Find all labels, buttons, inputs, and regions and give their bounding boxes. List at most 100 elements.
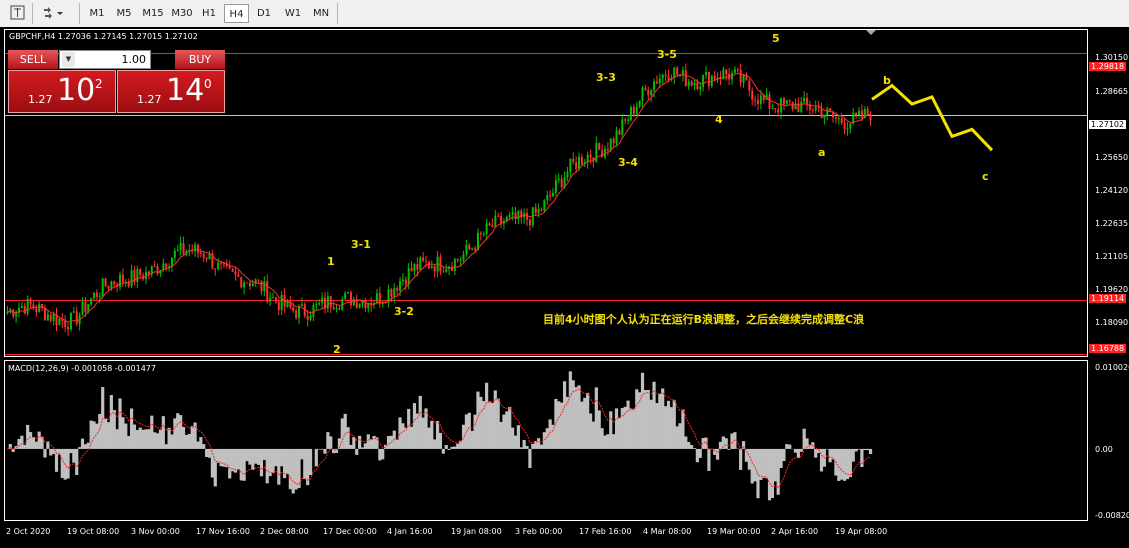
price-candle-body [98,296,101,298]
price-candle-body [274,297,277,302]
price-candle-body [237,274,240,277]
chart-shift-marker-icon[interactable] [866,30,876,35]
price-candle-body [315,303,318,306]
buy-price-box[interactable]: 1.27 14 0 [117,70,225,113]
price-candle-body [312,305,315,317]
time-axis-label: 19 Mar 00:00 [707,527,761,536]
time-axis-label: 17 Dec 00:00 [323,527,377,536]
price-candle-body [526,213,529,220]
price-candle-body [49,314,52,321]
price-candle-body [575,162,578,169]
price-candle-body [416,263,419,270]
price-candle-body [797,103,800,113]
price-candle-body [497,215,500,217]
price-candle-body [500,215,503,224]
analysis-annotation: 目前4小时图个人认为正在运行B浪调整，之后会继续完成调整C浪 [543,313,865,326]
price-candle-body [834,117,837,119]
time-axis-label: 19 Oct 08:00 [67,527,120,536]
wave-label-5: 5 [772,32,780,45]
price-candle-body [318,303,321,305]
price-candle-body [321,297,324,304]
price-candle-body [756,99,759,104]
price-candle-body [75,311,78,324]
price-candle-body [751,90,754,100]
price-candle-body [205,257,208,260]
time-axis-label: 19 Jan 08:00 [451,527,502,536]
price-candle-body [632,107,635,115]
price-candle-body [52,314,55,321]
price-candle-body [780,98,783,113]
price-candle-body [404,279,407,285]
price-candle-body [754,99,757,101]
price-candle-body [58,318,61,326]
price-candle-body [840,118,843,124]
price-candle-body [257,279,260,281]
price-candle-body [609,138,612,151]
price-candle-body [768,94,771,109]
buy-price-sup: 0 [204,77,212,91]
price-candle-body [95,292,98,297]
price-candle-body [733,69,736,73]
price-candle-body [800,101,803,113]
price-candle-body [598,143,601,150]
price-candle-body [84,301,87,313]
price-candle-body [462,254,465,260]
sell-price-box[interactable]: 1.27 10 2 [8,70,116,113]
price-candle-body [445,269,448,272]
price-candle-body [341,298,344,310]
price-candle-body [759,95,762,104]
price-candle-body [517,210,520,220]
lot-decrease-icon[interactable]: ▼ [62,52,75,67]
price-candle-body [433,266,436,272]
price-candle-body [422,257,425,261]
price-candle-body [866,108,869,116]
price-candle-body [199,252,202,254]
wave-label-3-3: 3-3 [596,71,616,84]
time-axis-label: 4 Mar 08:00 [643,527,692,536]
price-candle-body [543,200,546,211]
time-axis-label: 2 Apr 16:00 [771,527,819,536]
price-candle-body [736,69,739,71]
lot-size-input[interactable]: ▼ 1.00 [59,50,151,69]
sell-button[interactable]: SELL [8,50,58,69]
wave-label-c: c [982,170,989,183]
price-candle-body [702,75,705,87]
price-candle-body [23,306,26,314]
price-candle-body [580,156,583,165]
price-candle-body [243,282,246,288]
buy-price-big: 14 [166,73,205,108]
price-candle-body [419,257,422,270]
price-candle-body [289,300,292,308]
current-price-tag: 1.27102 [1089,120,1127,129]
price-candle-body [396,288,399,291]
time-axis-label: 19 Apr 08:00 [835,527,888,536]
price-candle-body [468,245,471,250]
price-candle-body [641,87,644,101]
price-candle-body [306,315,309,320]
price-candle-body [557,178,560,181]
price-candle-body [725,69,728,75]
price-candle-body [687,81,690,87]
buy-button[interactable]: BUY [175,50,225,69]
wave-label-1: 1 [327,255,335,268]
price-candle-body [176,249,179,251]
price-candle-body [664,74,667,77]
price-candle-body [465,245,468,255]
price-candle-body [194,244,197,252]
price-candle-body [153,266,156,268]
price-candle-body [393,288,396,297]
time-axis-label: 2 Oct 2020 [6,527,51,536]
price-candle-body [653,81,656,91]
wave-projection-line [871,83,994,152]
price-axis-label: 1.25650 [1095,153,1129,162]
price-candle-body [119,274,122,287]
price-candle-body [739,69,742,83]
macd-axis-label: -0.00820 [1095,511,1129,520]
price-candle-body [837,118,840,120]
price-candle-body [811,109,814,111]
price-candle-body [554,180,557,193]
price-candle-body [624,119,627,121]
price-candle-body [569,158,572,172]
price-axis-label: 1.19620 [1095,285,1129,294]
price-candle-body [64,320,67,327]
